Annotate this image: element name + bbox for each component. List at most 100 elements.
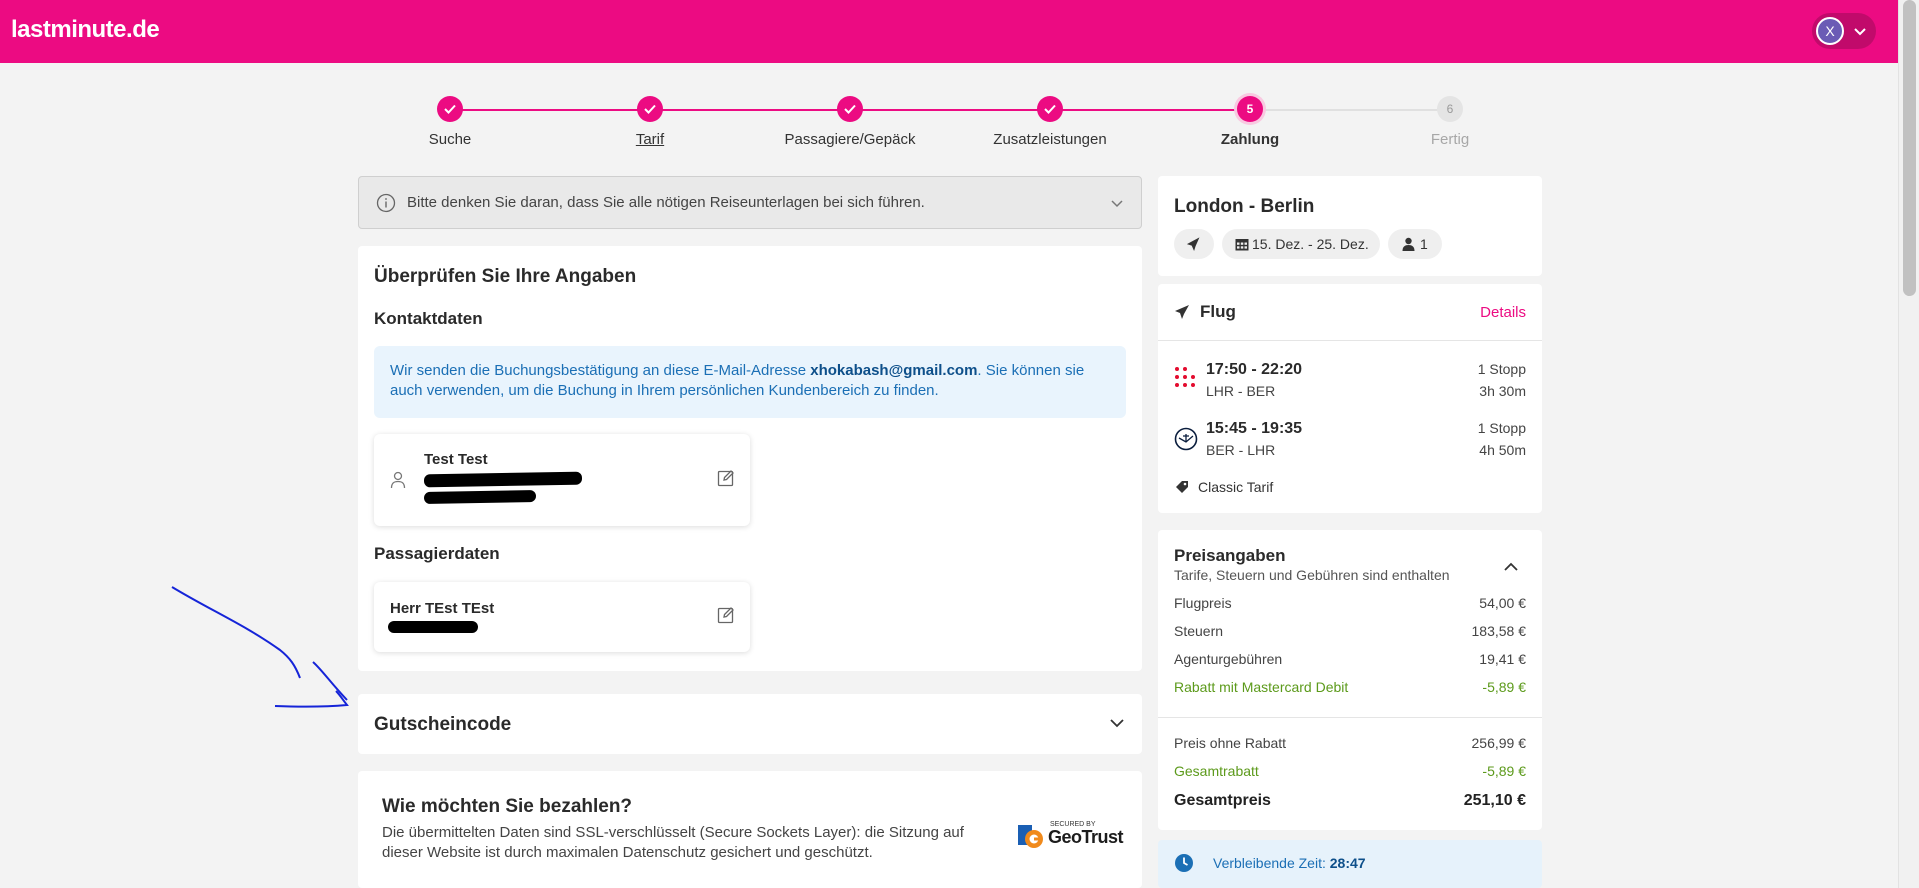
person-icon [1402, 237, 1415, 251]
user-menu-button[interactable]: X [1812, 13, 1876, 49]
travel-documents-notice[interactable]: Bitte denken Sie daran, dass Sie alle nö… [358, 176, 1142, 229]
info-icon [376, 193, 396, 213]
price-title: Preisangaben [1174, 546, 1286, 565]
price-label: Agenturgebühren [1174, 651, 1283, 667]
flight-title: Flug [1200, 302, 1236, 321]
price-row-steuern: Steuern 183,58 € [1174, 623, 1526, 639]
passenger-name: Herr TEst TEst [390, 600, 495, 617]
scrollbar-thumb[interactable] [1903, 0, 1916, 296]
price-row-rabatt: Rabatt mit Mastercard Debit -5,89 € [1174, 679, 1526, 695]
passengers-chip: 1 [1388, 229, 1442, 259]
price-amount: 54,00 € [1479, 595, 1526, 611]
ssl-info-text: Die übermittelten Daten sind SSL-verschl… [382, 824, 964, 861]
step-number: 5 [1237, 96, 1263, 122]
geotrust-badge: SECURED BY GeoTrust [1018, 821, 1124, 849]
check-icon [1037, 96, 1063, 122]
price-amount: -5,89 € [1482, 679, 1526, 695]
redaction-mark [423, 471, 583, 488]
price-amount: -5,89 € [1482, 763, 1526, 779]
contact-name: Test Test [424, 451, 488, 468]
step-label[interactable]: Tarif [550, 131, 750, 148]
step-label: Zahlung [1220, 131, 1280, 148]
calendar-icon [1235, 239, 1249, 251]
price-label: Gesamtrabatt [1174, 763, 1259, 779]
passenger-section-title: Passagierdaten [374, 544, 500, 563]
step-fertig: 6 Fertig [1350, 96, 1550, 148]
avatar: X [1816, 17, 1844, 45]
scrollbar[interactable] [1898, 0, 1919, 888]
price-label: Steuern [1174, 623, 1224, 639]
plane-icon [1186, 237, 1200, 252]
segment-stops: 1 Stopp [1477, 361, 1526, 377]
divider [1158, 717, 1542, 718]
booking-stepper: Suche Tarif Passagiere/Gepäck Zusatzleis… [0, 96, 1898, 156]
price-amount: 19,41 € [1479, 651, 1526, 667]
lufthansa-logo-icon [1174, 427, 1198, 451]
voucher-title[interactable]: Gutscheincode [374, 714, 511, 736]
edit-icon[interactable] [717, 606, 735, 624]
flight-summary-card: Flug Details 17:50 - 22:20 LHR - BER 1 S… [1158, 284, 1542, 513]
edit-icon[interactable] [717, 469, 735, 487]
email-info-box: Wir senden die Buchungsbestätigung an di… [374, 346, 1126, 418]
flight-header: Flug Details [1158, 284, 1542, 341]
step-zahlung: 5 Zahlung [1150, 96, 1350, 148]
check-icon [637, 96, 663, 122]
timer-label: Verbleibende Zeit: [1213, 855, 1330, 871]
passenger-card: Herr TEst TEst [374, 582, 750, 652]
site-logo[interactable]: lastminute.de [11, 16, 160, 44]
segment-stops: 1 Stopp [1477, 420, 1526, 436]
segment-time: 17:50 - 22:20 [1206, 361, 1303, 378]
user-icon [390, 471, 406, 489]
review-title: Überprüfen Sie Ihre Angaben [374, 266, 637, 287]
payment-section: Wie möchten Sie bezahlen? Die übermittel… [358, 771, 1142, 888]
passenger-count: 1 [1420, 236, 1428, 252]
geotrust-label: GeoTrust [1048, 827, 1124, 847]
price-label: Flugpreis [1174, 595, 1232, 611]
trip-summary-card: London - Berlin 15. Dez. - 25. Dez. 1 [1158, 176, 1542, 276]
tag-icon [1176, 481, 1188, 493]
trip-dates: 15. Dez. - 25. Dez. [1252, 236, 1369, 252]
contact-section-title: Kontaktdaten [374, 309, 483, 328]
review-details-card: Überprüfen Sie Ihre Angaben Kontaktdaten… [358, 246, 1142, 671]
geotrust-logo-icon [1018, 825, 1043, 848]
flight-details-link[interactable]: Details [1480, 304, 1526, 321]
voucher-code-section[interactable]: Gutscheincode [358, 694, 1142, 754]
chevron-down-icon [1111, 200, 1123, 208]
email-info-text: Wir senden die Buchungsbestätigung an di… [390, 362, 811, 379]
price-amount: 256,99 € [1471, 735, 1527, 751]
step-tarif[interactable]: Tarif [550, 96, 750, 148]
step-label: Fertig [1430, 131, 1470, 148]
redaction-mark [423, 490, 537, 504]
contact-card: Test Test [374, 434, 750, 526]
plane-icon [1175, 305, 1189, 319]
step-label: Suche [428, 131, 472, 148]
price-row-gesamtpreis: Gesamtpreis 251,10 € [1174, 792, 1526, 810]
trip-title: London - Berlin [1174, 196, 1315, 217]
step-suche: Suche [350, 96, 550, 148]
top-header: lastminute.de X [0, 0, 1898, 63]
remaining-time: Verbleibende Zeit: 28:47 [1213, 855, 1366, 871]
price-label: Preis ohne Rabatt [1174, 735, 1287, 751]
chevron-up-icon[interactable] [1502, 558, 1520, 576]
notice-text: Bitte denken Sie daran, dass Sie alle nö… [407, 194, 925, 211]
step-number: 6 [1437, 96, 1463, 122]
price-subtitle: Tarife, Steuern und Gebühren sind enthal… [1174, 567, 1450, 583]
price-row-flugpreis: Flugpreis 54,00 € [1174, 595, 1526, 611]
chevron-down-icon[interactable] [1108, 714, 1126, 732]
step-zusatzleistungen: Zusatzleistungen [950, 96, 1150, 148]
annotation-arrow [171, 586, 349, 708]
segment-route: BER - LHR [1206, 442, 1276, 458]
check-icon [437, 96, 463, 122]
segment-duration: 3h 30m [1479, 383, 1526, 399]
price-row-ohne-rabatt: Preis ohne Rabatt 256,99 € [1174, 735, 1526, 751]
airline-logo-dots-icon [1175, 367, 1195, 387]
step-label: Zusatzleistungen [993, 131, 1107, 148]
price-amount: 183,58 € [1471, 623, 1527, 639]
step-passagiere: Passagiere/Gepäck [750, 96, 950, 148]
remaining-time-box: Verbleibende Zeit: 28:47 [1158, 840, 1542, 888]
flight-type-chip [1174, 229, 1214, 259]
price-details-card: Preisangaben Tarife, Steuern und Gebühre… [1158, 530, 1542, 830]
price-label: Rabatt mit Mastercard Debit [1174, 679, 1349, 695]
clock-icon [1175, 854, 1193, 872]
date-chip: 15. Dez. - 25. Dez. [1222, 229, 1380, 259]
